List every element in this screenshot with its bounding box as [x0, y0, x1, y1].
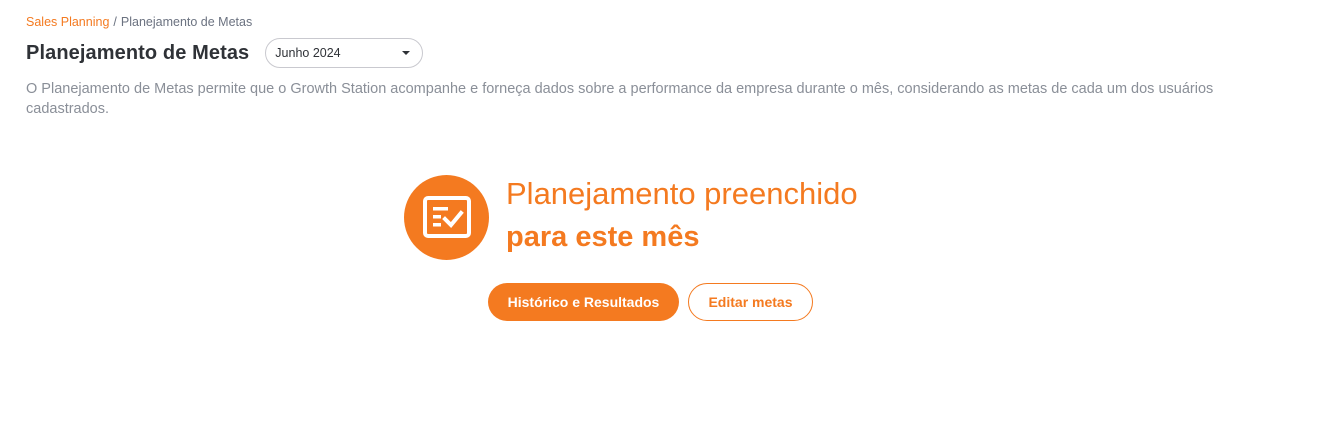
breadcrumb-current: Planejamento de Metas: [120, 15, 253, 29]
status-title: Planejamento preenchido: [506, 176, 858, 211]
page-title: Planejamento de Metas: [26, 41, 250, 64]
month-select[interactable]: Junho 2024: [265, 38, 424, 68]
page-description: O Planejamento de Metas permite que o Gr…: [26, 81, 1214, 117]
breadcrumb-separator: /: [113, 15, 117, 29]
chevron-down-icon: [402, 51, 411, 55]
planning-status: Planejamento preenchido para este mês: [404, 174, 858, 260]
action-buttons: Histórico e Resultados Editar metas: [488, 283, 813, 321]
breadcrumb: Sales Planning / Planejamento de Metas: [26, 15, 252, 29]
title-row: Planejamento de Metas Junho 2024: [26, 38, 424, 68]
month-select-value: Junho 2024: [275, 46, 341, 60]
edit-goals-button[interactable]: Editar metas: [688, 283, 813, 321]
status-subtitle: para este mês: [506, 221, 700, 253]
breadcrumb-link-sales-planning[interactable]: Sales Planning: [26, 15, 109, 29]
checklist-icon: [404, 174, 489, 260]
history-results-button[interactable]: Histórico e Resultados: [488, 283, 679, 321]
